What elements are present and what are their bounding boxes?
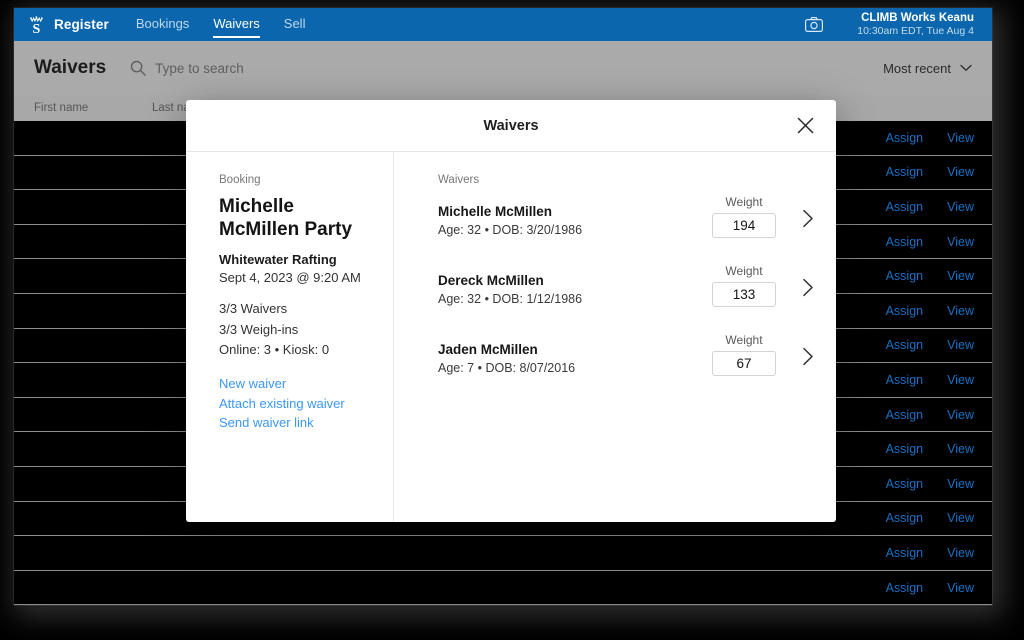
view-link[interactable]: View <box>947 304 974 318</box>
booking-activity: Whitewater Rafting <box>219 252 337 268</box>
waiver-entry-info: Michelle McMillen Age: 32 • DOB: 3/20/198… <box>438 195 712 237</box>
modal-body: Booking Michelle McMillen Party Whitewat… <box>186 152 836 522</box>
table-row[interactable]: Assign View <box>14 571 992 605</box>
booking-party-name: Michelle McMillen Party <box>219 196 353 241</box>
weight-input[interactable]: 194 <box>712 213 776 238</box>
table-row[interactable]: Assign View <box>14 536 992 571</box>
modal-header: Waivers <box>186 100 836 152</box>
assign-link[interactable]: Assign <box>886 165 924 179</box>
assign-link[interactable]: Assign <box>886 408 924 422</box>
crown-s-logo-icon: S <box>26 14 46 36</box>
column-header-first-name: First name <box>34 102 89 114</box>
waiver-entry[interactable]: Michelle McMillen Age: 32 • DOB: 3/20/198… <box>438 195 814 238</box>
assign-link[interactable]: Assign <box>886 269 924 283</box>
view-link[interactable]: View <box>947 338 974 352</box>
view-link[interactable]: View <box>947 373 974 387</box>
view-link[interactable]: View <box>947 511 974 525</box>
nav-item-waivers[interactable]: Waivers <box>213 16 261 38</box>
sort-label: Most recent <box>883 60 951 76</box>
waiver-entry-name: Dereck McMillen <box>438 273 544 288</box>
stat-waivers: 3/3 Waivers <box>219 301 288 317</box>
search-input[interactable]: Type to search <box>130 60 244 76</box>
waiver-entry-meta: Age: 32 • DOB: 1/12/1986 <box>438 292 583 306</box>
nav-right-group: CLIMB Works Keanu 10:30am EDT, Tue Aug 4 <box>805 11 980 39</box>
assign-link[interactable]: Assign <box>886 581 924 595</box>
waiver-entry-name: Jaden McMillen <box>438 342 538 357</box>
waivers-section-label: Waivers <box>438 174 480 186</box>
waiver-entry-meta: Age: 7 • DOB: 8/07/2016 <box>438 361 576 375</box>
assign-link[interactable]: Assign <box>886 131 924 145</box>
view-link[interactable]: View <box>947 200 974 214</box>
assign-link[interactable]: Assign <box>886 338 924 352</box>
weight-label: Weight <box>725 195 763 209</box>
assign-link[interactable]: Assign <box>886 546 924 560</box>
nav-item-bookings[interactable]: Bookings <box>136 16 189 33</box>
waiver-list: Michelle McMillen Age: 32 • DOB: 3/20/198… <box>438 195 814 376</box>
waiver-entry[interactable]: Jaden McMillen Age: 7 • DOB: 8/07/2016 Wei… <box>438 333 814 376</box>
view-link[interactable]: View <box>947 269 974 283</box>
stat-channels: Online: 3 • Kiosk: 0 <box>219 341 330 357</box>
send-waiver-link[interactable]: Send waiver link <box>219 413 375 433</box>
camera-icon[interactable] <box>805 17 824 32</box>
chevron-right-icon[interactable] <box>802 333 814 366</box>
booking-panel: Booking Michelle McMillen Party Whitewat… <box>186 152 394 522</box>
waiver-entry-info: Dereck McMillen Age: 32 • DOB: 1/12/1986 <box>438 264 712 306</box>
view-link[interactable]: View <box>947 477 974 491</box>
view-link[interactable]: View <box>947 581 974 595</box>
sort-dropdown[interactable]: Most recent <box>883 61 972 76</box>
waiver-entry[interactable]: Dereck McMillen Age: 32 • DOB: 1/12/1986 W… <box>438 264 814 307</box>
chevron-right-icon[interactable] <box>802 264 814 297</box>
waiver-entry-name: Michelle McMillen <box>438 204 553 219</box>
view-link[interactable]: View <box>947 408 974 422</box>
close-icon[interactable] <box>794 115 816 137</box>
weight-input[interactable]: 67 <box>712 351 776 376</box>
attach-existing-waiver-link[interactable]: Attach existing waiver <box>219 394 375 414</box>
assign-link[interactable]: Assign <box>886 235 924 249</box>
waiver-entry-info: Jaden McMillen Age: 7 • DOB: 8/07/2016 <box>438 333 712 375</box>
chevron-right-icon[interactable] <box>802 195 814 228</box>
nav-item-sell[interactable]: Sell <box>284 16 306 33</box>
page-header: Waivers Type to search Most recent <box>14 41 992 95</box>
app-window: S Register Bookings Waivers Sell CLIMB W… <box>14 8 992 605</box>
view-link[interactable]: View <box>947 442 974 456</box>
search-icon <box>130 60 146 76</box>
account-info[interactable]: CLIMB Works Keanu 10:30am EDT, Tue Aug 4 <box>857 11 974 39</box>
weight-label: Weight <box>725 333 763 347</box>
assign-link[interactable]: Assign <box>886 373 924 387</box>
view-link[interactable]: View <box>947 165 974 179</box>
weight-field: Weight 194 <box>712 195 776 238</box>
assign-link[interactable]: Assign <box>886 511 924 525</box>
search-placeholder: Type to search <box>155 60 244 76</box>
booking-datetime: Sept 4, 2023 @ 9:20 AM <box>219 269 361 285</box>
assign-link[interactable]: Assign <box>886 200 924 214</box>
waiver-entry-meta: Age: 32 • DOB: 3/20/1986 <box>438 223 583 237</box>
view-link[interactable]: View <box>947 235 974 249</box>
weight-field: Weight 133 <box>712 264 776 307</box>
booking-section-label: Booking <box>219 174 261 186</box>
account-timestamp: 10:30am EDT, Tue Aug 4 <box>857 25 974 38</box>
brand-label: Register <box>54 17 109 32</box>
top-navigation-bar: S Register Bookings Waivers Sell CLIMB W… <box>14 8 992 41</box>
account-name: CLIMB Works Keanu <box>861 11 974 24</box>
assign-link[interactable]: Assign <box>886 477 924 491</box>
stat-weighins: 3/3 Weigh-ins <box>219 321 299 337</box>
assign-link[interactable]: Assign <box>886 304 924 318</box>
waivers-modal: Waivers Booking Michelle McMillen Party … <box>186 100 836 522</box>
weight-field: Weight 67 <box>712 333 776 376</box>
page-title: Waivers <box>34 57 107 78</box>
weight-label: Weight <box>725 264 763 278</box>
view-link[interactable]: View <box>947 546 974 560</box>
weight-input[interactable]: 133 <box>712 282 776 307</box>
view-link[interactable]: View <box>947 131 974 145</box>
assign-link[interactable]: Assign <box>886 442 924 456</box>
waivers-panel: Waivers Michelle McMillen Age: 32 • DOB: … <box>394 152 836 522</box>
screen-root: S Register Bookings Waivers Sell CLIMB W… <box>0 0 1024 640</box>
booking-actions: New waiver Attach existing waiver Send w… <box>219 374 375 433</box>
svg-text:S: S <box>32 22 40 35</box>
modal-title: Waivers <box>483 117 539 134</box>
chevron-down-icon <box>960 64 972 72</box>
new-waiver-link[interactable]: New waiver <box>219 374 375 394</box>
